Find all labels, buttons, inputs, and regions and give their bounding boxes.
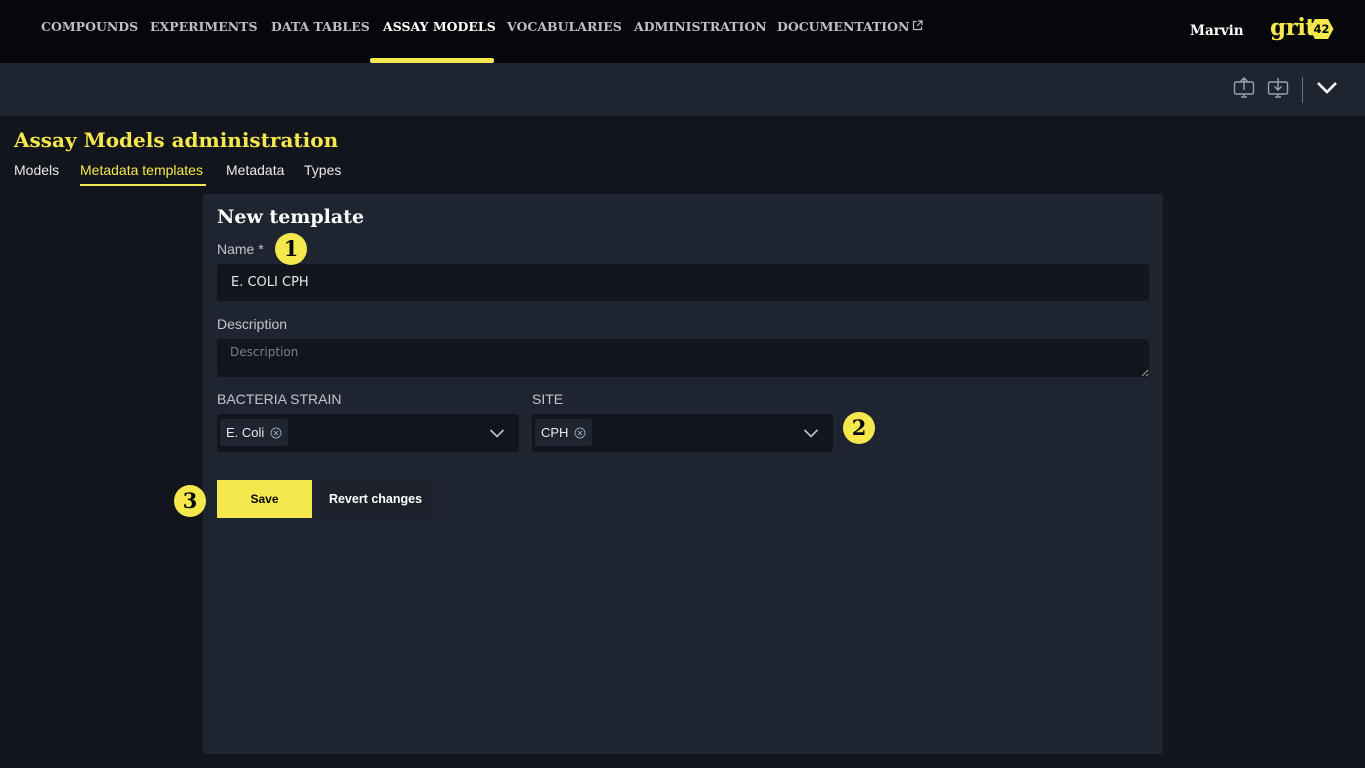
- site-label: SITE: [532, 391, 564, 407]
- logo-badge: 42: [1309, 18, 1334, 40]
- tab-metadata[interactable]: Metadata: [226, 162, 284, 178]
- toolbar: [0, 63, 1365, 116]
- name-label: Name *: [217, 241, 264, 257]
- toolbar-divider: [1302, 77, 1303, 103]
- remove-chip-icon[interactable]: [270, 427, 282, 439]
- description-label: Description: [217, 316, 288, 332]
- tab-types[interactable]: Types: [304, 162, 341, 178]
- top-navigation: COMPOUNDS EXPERIMENTS DATA TABLES ASSAY …: [0, 0, 1365, 63]
- bacteria-strain-label: BACTERIA STRAIN: [217, 391, 342, 407]
- nav-administration[interactable]: ADMINISTRATION: [634, 0, 767, 63]
- name-input[interactable]: [217, 264, 1149, 301]
- revert-changes-button[interactable]: Revert changes: [318, 480, 433, 518]
- bacteria-strain-chip-label: E. Coli: [226, 425, 265, 440]
- upload-icon[interactable]: [1232, 76, 1256, 100]
- bacteria-strain-chip: E. Coli: [220, 419, 289, 446]
- download-icon[interactable]: [1266, 76, 1290, 100]
- grit-logo[interactable]: grit 42: [1270, 14, 1334, 44]
- user-name[interactable]: Marvin: [1190, 0, 1244, 63]
- step-badge-2: 2: [843, 412, 875, 444]
- nav-compounds[interactable]: COMPOUNDS: [41, 0, 138, 63]
- chevron-down-icon[interactable]: [489, 426, 505, 440]
- logo-badge-number: 42: [1313, 22, 1330, 36]
- page-title: Assay Models administration: [14, 128, 339, 152]
- nav-data-tables[interactable]: DATA TABLES: [271, 0, 370, 63]
- nav-assay-models[interactable]: ASSAY MODELS: [383, 0, 496, 63]
- chevron-down-icon[interactable]: [1315, 75, 1339, 99]
- step-badge-1: 1: [275, 233, 307, 265]
- form-title: New template: [217, 206, 365, 228]
- external-link-icon: [913, 20, 924, 31]
- site-chip-label: CPH: [541, 425, 569, 440]
- tab-metadata-templates[interactable]: Metadata templates: [80, 162, 203, 178]
- site-select[interactable]: CPH: [532, 414, 833, 452]
- remove-chip-icon[interactable]: [574, 427, 586, 439]
- nav-experiments[interactable]: EXPERIMENTS: [150, 0, 258, 63]
- save-button[interactable]: Save: [217, 480, 312, 518]
- bacteria-strain-select[interactable]: E. Coli: [217, 414, 519, 452]
- tab-active-indicator: [80, 184, 206, 186]
- chevron-down-icon[interactable]: [803, 426, 819, 440]
- nav-documentation[interactable]: DOCUMENTATION: [777, 0, 924, 63]
- nav-documentation-label: DOCUMENTATION: [777, 19, 910, 34]
- nav-vocabularies[interactable]: VOCABULARIES: [507, 0, 622, 63]
- description-input[interactable]: [217, 339, 1149, 377]
- site-chip: CPH: [535, 419, 593, 446]
- tab-models[interactable]: Models: [14, 162, 59, 178]
- step-badge-3: 3: [174, 485, 206, 517]
